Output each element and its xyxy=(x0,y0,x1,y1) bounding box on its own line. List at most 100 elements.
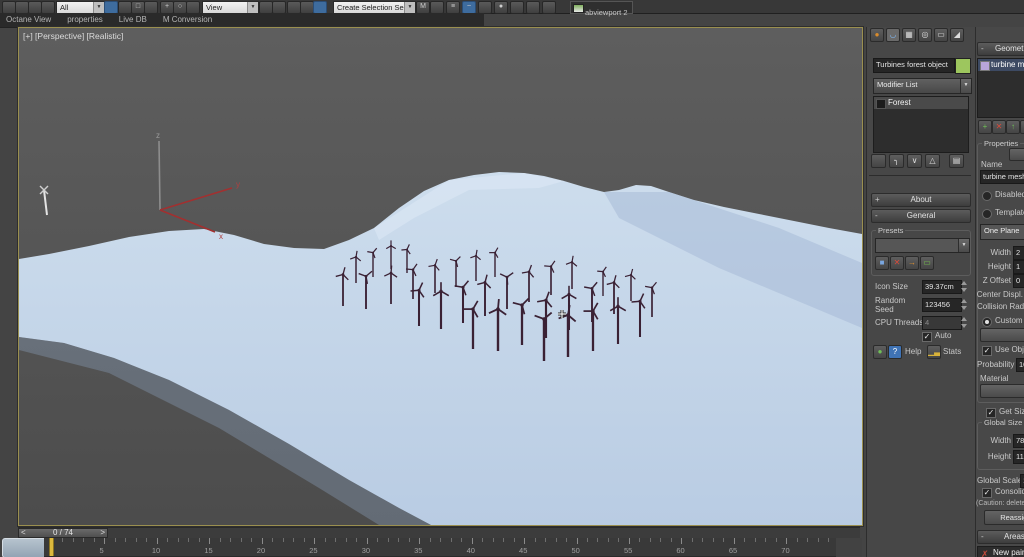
chevron-down-icon[interactable]: ▼ xyxy=(958,239,969,252)
global-scale-field[interactable]: 1 xyxy=(1020,474,1024,488)
delete-geometry-icon[interactable]: ✕ xyxy=(992,120,1006,134)
export-preset-icon[interactable]: ▭ xyxy=(920,256,934,270)
toolbar-tab-live-db[interactable]: Live DB xyxy=(119,13,147,27)
tab-create[interactable]: ● xyxy=(870,28,884,42)
show-end-result-icon[interactable]: ╮ xyxy=(889,154,904,168)
new-paint-label: New paint xyxy=(993,548,1024,557)
icon-size-field[interactable]: 39.37cm xyxy=(922,280,962,294)
frame-tick-label: 25 xyxy=(309,546,317,555)
template-mode-dropdown[interactable]: One Plane xyxy=(980,224,1024,240)
custom-object-button[interactable]: turbine xyxy=(980,328,1024,342)
add-geometry-icon[interactable]: + xyxy=(978,120,992,134)
render-production-icon[interactable] xyxy=(542,1,556,14)
name-field[interactable]: turbine mesh xyxy=(980,170,1024,184)
object-name-field[interactable]: Turbines forest object xyxy=(873,58,955,73)
geometry-item-label: turbine m... xyxy=(991,60,1024,70)
geometry-list-row[interactable]: turbine m... xyxy=(978,59,1024,71)
tab-modify[interactable]: ◡ xyxy=(886,28,900,42)
forest-web-icon[interactable]: ● xyxy=(873,345,887,359)
toolbar-tab-properties[interactable]: properties xyxy=(67,13,103,27)
object-color-swatch[interactable] xyxy=(955,58,971,74)
consolidate-checkbox[interactable]: ✓ xyxy=(982,488,992,498)
chevron-down-icon[interactable]: ▼ xyxy=(960,79,971,93)
next-frame-button[interactable]: > xyxy=(100,528,105,538)
custom-object-radio[interactable] xyxy=(982,317,992,327)
toolbar-tab-m-conversion[interactable]: M Conversion xyxy=(163,13,212,27)
tab-hierarchy[interactable]: ▦ xyxy=(902,28,916,42)
modifier-list-dropdown[interactable]: Modifier List ▼ xyxy=(873,78,972,94)
areas-list[interactable]: ✗ New paint xyxy=(977,546,1024,557)
gs-width-field[interactable]: 78 xyxy=(1013,434,1024,448)
frame-tick xyxy=(524,538,525,544)
gs-height-field[interactable]: 118 xyxy=(1013,450,1024,464)
geometry-color-swatch[interactable] xyxy=(1009,148,1024,161)
toolbar-tab-octane-view[interactable]: Octane View xyxy=(6,13,51,27)
modifier-stack[interactable]: Forest xyxy=(873,96,969,153)
use-object-checkbox[interactable]: ✓ xyxy=(982,346,992,356)
selection-set-value: Create Selection Se xyxy=(337,3,404,12)
remove-modifier-icon[interactable]: △ xyxy=(925,154,940,168)
render-setup-icon[interactable] xyxy=(510,1,524,14)
presets-dropdown[interactable]: ▼ xyxy=(875,238,970,253)
disabled-radio[interactable] xyxy=(982,191,992,201)
auto-checkbox[interactable]: ✓ xyxy=(922,332,932,342)
viewport[interactable]: z y x [+] [Perspective] [Realistic] xyxy=(18,27,863,526)
rendered-frame-icon[interactable] xyxy=(526,1,540,14)
stack-row-forest[interactable]: Forest xyxy=(874,97,968,109)
cpu-threads-spinner[interactable] xyxy=(960,316,968,329)
make-unique-icon[interactable]: ∨ xyxy=(907,154,922,168)
get-size-checkbox[interactable]: ✓ xyxy=(986,408,996,418)
chevron-down-icon[interactable]: ▼ xyxy=(247,2,258,13)
tab-utilities[interactable]: ◢ xyxy=(950,28,964,42)
track-bar[interactable]: 510152025303540455055606570 xyxy=(0,538,862,557)
rollout-geometry[interactable]: - Geometry xyxy=(977,42,1024,56)
frame-tick xyxy=(94,538,95,542)
rollout-areas[interactable]: - Areas xyxy=(977,530,1024,544)
load-preset-icon[interactable]: → xyxy=(905,256,919,270)
template-radio[interactable] xyxy=(982,209,992,219)
chevron-down-icon[interactable]: ▼ xyxy=(404,2,415,13)
rollout-about[interactable]: + About xyxy=(871,193,971,207)
z-offset-field[interactable]: 0 xyxy=(1013,274,1024,288)
width-field[interactable]: 2 xyxy=(1013,246,1024,260)
time-slider-handle[interactable]: < 0 / 74 > xyxy=(18,528,108,538)
geometry-list[interactable]: turbine m... xyxy=(977,58,1024,118)
height-field[interactable]: 1 xyxy=(1013,260,1024,274)
frame-tick xyxy=(755,538,756,542)
caution-text: (Caution: deletes xyxy=(976,499,1024,509)
tab-display[interactable]: ▭ xyxy=(934,28,948,42)
rollout-general[interactable]: - General xyxy=(871,209,971,223)
random-seed-field[interactable]: 123456 xyxy=(922,298,962,312)
material-editor-icon[interactable]: ● xyxy=(494,1,508,14)
global-size-label: Global Size xyxy=(982,418,1024,427)
frame-tick xyxy=(692,538,693,542)
reassign-button[interactable]: Reassign M xyxy=(984,510,1024,525)
frame-tick xyxy=(83,538,84,542)
current-frame-marker[interactable] xyxy=(49,538,54,556)
frame-tick xyxy=(493,538,494,542)
library-geometry-icon[interactable] xyxy=(1020,120,1024,134)
material-button[interactable]: None xyxy=(980,384,1024,398)
help-icon[interactable]: ? xyxy=(888,345,902,359)
import-geometry-icon[interactable]: ↑ xyxy=(1006,120,1020,134)
frame-tick xyxy=(597,538,598,542)
frame-tick xyxy=(73,538,74,542)
delete-preset-icon[interactable]: ✕ xyxy=(890,256,904,270)
tab-motion[interactable]: ◎ xyxy=(918,28,932,42)
random-seed-spinner[interactable] xyxy=(960,298,968,311)
chevron-down-icon[interactable]: ▼ xyxy=(93,2,104,13)
frame-tick xyxy=(660,538,661,542)
icon-size-spinner[interactable] xyxy=(960,280,968,293)
axis-x-label: x xyxy=(219,232,223,241)
viewport-label[interactable]: [+] [Perspective] [Realistic] xyxy=(23,31,123,41)
track-bar-ruler[interactable]: 510152025303540455055606570 xyxy=(44,538,836,557)
save-preset-icon[interactable]: ■ xyxy=(875,256,889,270)
stats-icon[interactable]: ▁▃▅ xyxy=(927,345,941,359)
source-turbine-mesh[interactable] xyxy=(40,186,48,215)
configure-modifier-sets-icon[interactable]: ▤ xyxy=(949,154,964,168)
probability-field[interactable]: 100. xyxy=(1016,358,1024,372)
pin-stack-icon[interactable] xyxy=(871,154,886,168)
frame-tick xyxy=(786,538,787,544)
cpu-threads-label: CPU Threads xyxy=(875,318,923,328)
frame-tick-label: 5 xyxy=(99,546,103,555)
